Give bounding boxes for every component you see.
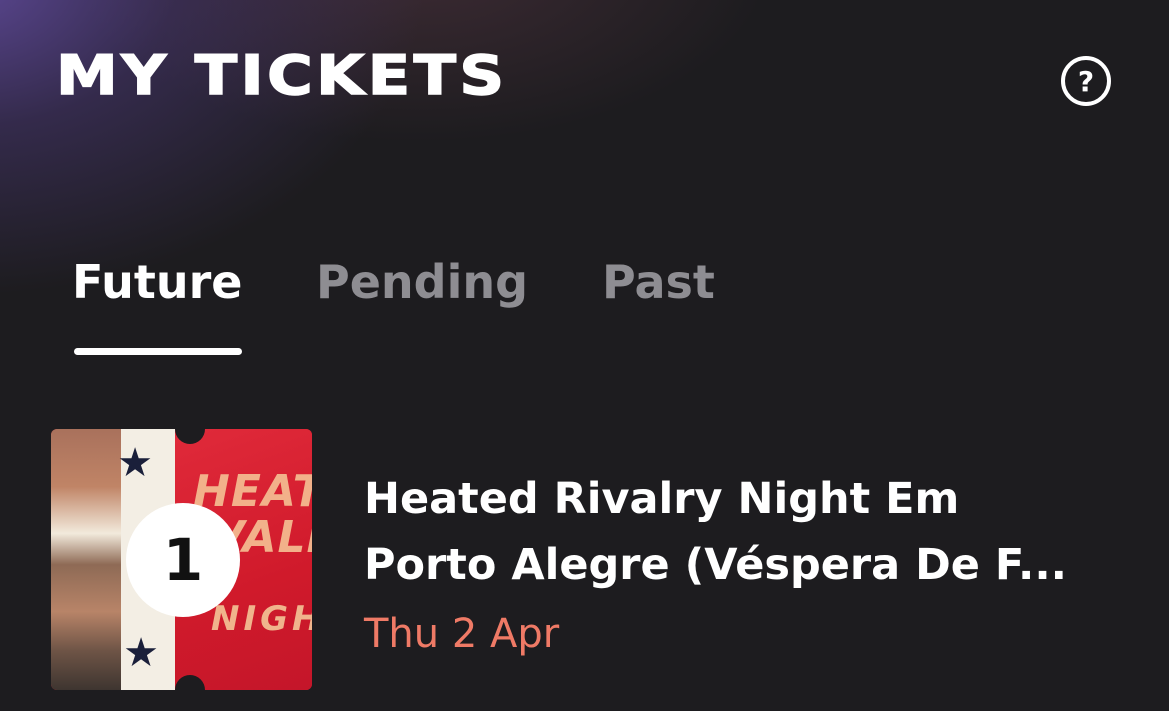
event-date: Thu 2 Apr [364,611,560,657]
active-tab-indicator [74,348,242,355]
help-button[interactable]: ? [1061,56,1111,106]
question-circle-icon: ? [1077,64,1095,98]
tab-pending[interactable]: Pending [316,252,528,312]
event-title-line2: Porto Alegre (Véspera De F... [364,540,1067,590]
tab-future[interactable]: Future [72,252,243,312]
ticket-count-badge: 1 [126,503,240,617]
star-icon: ★ [117,440,153,486]
ticket-thumbnail[interactable]: HEATEIVALR NIGHT ★ ★ 1 [51,429,312,690]
event-title-line1: Heated Rivalry Night Em [364,474,960,524]
page-title: MY TICKETS [55,44,508,107]
star-icon: ★ [123,630,159,676]
tab-past[interactable]: Past [602,252,715,312]
event-title[interactable]: Heated Rivalry Night Em Porto Alegre (Vé… [364,466,1124,598]
poster-subtitle-art: NIGHT [211,599,312,639]
